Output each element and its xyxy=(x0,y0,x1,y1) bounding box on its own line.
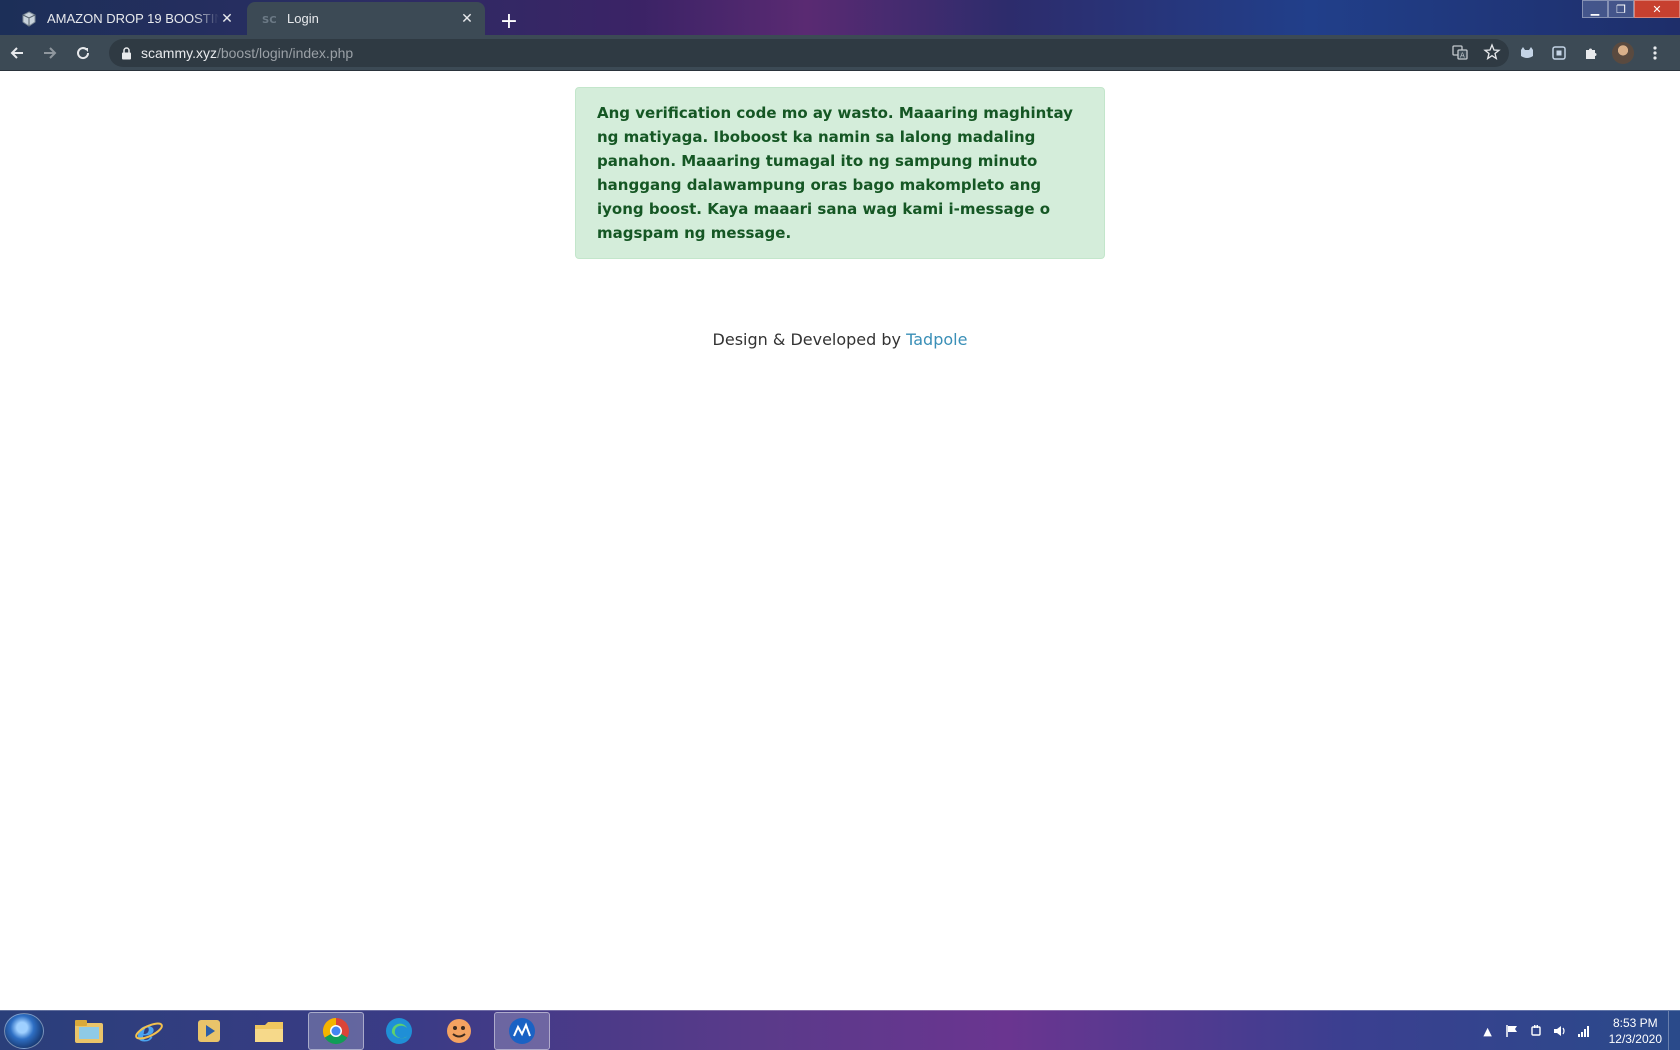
close-icon[interactable]: ✕ xyxy=(219,10,235,27)
success-alert: Ang verification code mo ay wasto. Maaar… xyxy=(575,87,1105,259)
volume-icon[interactable] xyxy=(1553,1024,1567,1038)
kebab-menu-icon[interactable] xyxy=(1643,41,1667,65)
chrome-icon[interactable] xyxy=(308,1012,364,1050)
folder-icon[interactable] xyxy=(241,1012,297,1050)
windows-taskbar: e ▲ 8:53 PM 12/3/2020 xyxy=(0,1010,1680,1050)
game-app-icon[interactable] xyxy=(431,1012,487,1050)
arrow-left-icon xyxy=(10,46,23,59)
profile-avatar[interactable] xyxy=(1611,41,1635,65)
tab-label: Login xyxy=(287,11,319,26)
back-button[interactable] xyxy=(1,37,33,69)
reload-button[interactable] xyxy=(67,37,99,69)
reload-icon xyxy=(77,46,90,59)
svg-text:A: A xyxy=(1460,52,1465,60)
show-desktop-button[interactable] xyxy=(1668,1011,1680,1050)
tab-amazon-drop[interactable]: AMAZON DROP 19 BOOSTING T ✕ xyxy=(7,2,245,35)
extension-area xyxy=(1515,37,1667,69)
page-footer: Design & Developed by Tadpole xyxy=(0,330,1680,349)
alert-message: Ang verification code mo ay wasto. Maaar… xyxy=(597,104,1073,242)
puzzle-icon[interactable] xyxy=(1579,41,1603,65)
forward-button[interactable] xyxy=(34,37,66,69)
browser-toolbar: scammy.xyz/boost/login/index.php A xyxy=(0,35,1680,71)
network-app-icon[interactable] xyxy=(494,1012,550,1050)
taskbar-clock[interactable]: 8:53 PM 12/3/2020 xyxy=(1609,1015,1662,1047)
chevron-up-icon[interactable]: ▲ xyxy=(1481,1024,1495,1038)
browser-titlebar: AMAZON DROP 19 BOOSTING T ✕ SC Login ✕ +… xyxy=(0,0,1680,35)
internet-explorer-icon[interactable]: e xyxy=(121,1012,177,1050)
window-controls: ▁ ❐ ✕ xyxy=(1582,0,1680,18)
edge-icon[interactable] xyxy=(371,1012,427,1050)
lock-icon[interactable] xyxy=(121,46,133,60)
omnibox-actions: A xyxy=(1451,43,1501,64)
clock-time: 8:53 PM xyxy=(1612,1016,1658,1030)
clock-date: 12/3/2020 xyxy=(1608,1032,1662,1046)
extension-cat-icon[interactable] xyxy=(1515,41,1539,65)
footer-text: Design & Developed by xyxy=(712,330,907,349)
extension-shield-icon[interactable] xyxy=(1547,41,1571,65)
site-favicon: SC xyxy=(261,11,277,27)
window-close-button[interactable]: ✕ xyxy=(1634,0,1680,18)
bookmark-star-icon[interactable] xyxy=(1483,43,1501,64)
tab-label: AMAZON DROP 19 BOOSTING T xyxy=(47,11,219,26)
system-tray: ▲ 8:53 PM 12/3/2020 xyxy=(1481,1011,1662,1050)
flag-icon[interactable] xyxy=(1505,1024,1519,1038)
restore-button[interactable]: ❐ xyxy=(1608,0,1634,18)
new-tab-button[interactable]: + xyxy=(495,7,523,35)
footer-link-tadpole[interactable]: Tadpole xyxy=(906,330,967,349)
media-player-icon[interactable] xyxy=(181,1012,237,1050)
arrow-right-icon xyxy=(44,46,57,59)
minimize-button[interactable]: ▁ xyxy=(1582,0,1608,18)
tab-login[interactable]: SC Login ✕ xyxy=(247,2,485,35)
translate-icon[interactable]: A xyxy=(1451,43,1469,64)
network-signal-icon[interactable] xyxy=(1577,1024,1591,1038)
file-explorer-icon[interactable] xyxy=(61,1012,117,1050)
avatar xyxy=(1612,42,1634,64)
power-plug-icon[interactable] xyxy=(1529,1024,1543,1038)
close-icon[interactable]: ✕ xyxy=(459,10,475,27)
svg-text:SC: SC xyxy=(262,15,277,26)
url-host: scammy.xyz xyxy=(141,45,217,61)
box-icon xyxy=(21,10,37,27)
start-button[interactable] xyxy=(4,1013,44,1049)
address-bar[interactable]: scammy.xyz/boost/login/index.php A xyxy=(109,39,1509,67)
url-path: /boost/login/index.php xyxy=(216,45,354,61)
